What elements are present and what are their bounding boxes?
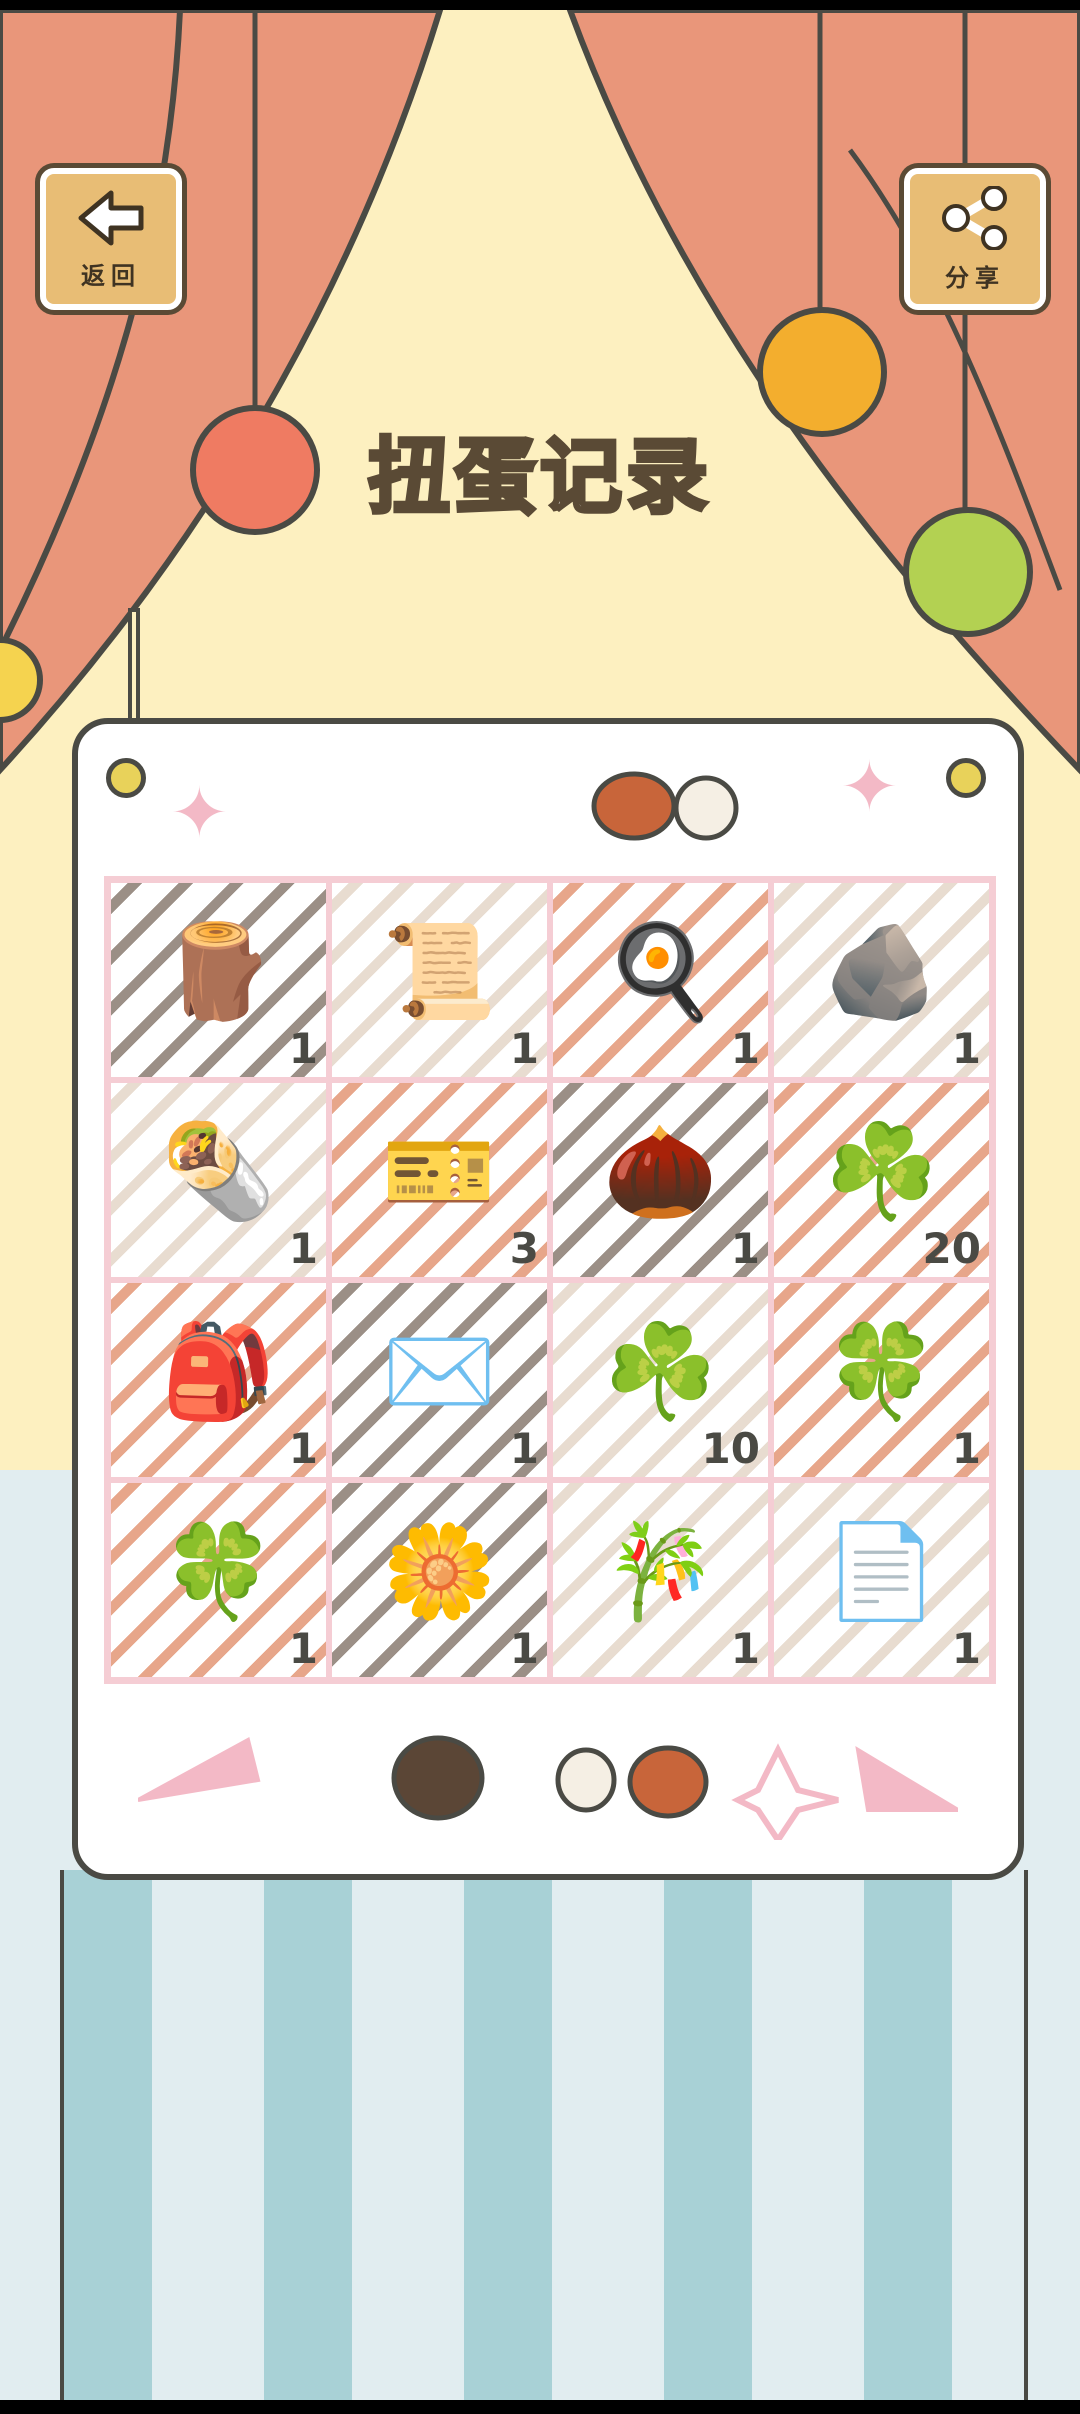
chestnut-icon: 🌰 [603, 1118, 718, 1226]
item-cell[interactable]: 🍀 1 [108, 1480, 329, 1680]
pin-right [946, 758, 986, 798]
scroll-bundle-icon: 📜 [382, 918, 497, 1026]
item-count: 1 [730, 1224, 760, 1273]
item-cell[interactable]: 🍳 1 [550, 880, 771, 1080]
sparkle-icon: ✦ [840, 746, 899, 828]
rock-icon: 🪨 [824, 918, 939, 1026]
arrow-left-icon [76, 188, 146, 252]
status-strip [0, 0, 1080, 10]
item-cell[interactable]: ☘️ 10 [550, 1280, 771, 1480]
wood-stack-icon: 🪵 [161, 918, 276, 1026]
floor-stripes [60, 1870, 1028, 2414]
item-cell[interactable]: 📜 1 [329, 880, 550, 1080]
four-leaf-clover-icon: 🍀 [161, 1518, 276, 1626]
bamboo-icon: 🎋 [603, 1518, 718, 1626]
items-grid: 🪵 1 📜 1 🍳 1 🪨 1 🌯 1 🎫 3 🌰 1 ☘️ 20 🎒 1 ✉️ 1 ☘️ 10 🍀 1 🍀 1 🌼 1 🎋 1 📄 1 [104, 876, 996, 1684]
item-count: 10 [701, 1424, 760, 1473]
item-count: 1 [730, 1024, 760, 1073]
clover-icon: ☘️ [824, 1118, 939, 1226]
item-cell[interactable]: 🪨 1 [771, 880, 992, 1080]
item-count: 1 [509, 1624, 539, 1673]
item-cell[interactable]: 🍀 1 [771, 1280, 992, 1480]
item-cell[interactable]: 🪵 1 [108, 880, 329, 1080]
item-count: 3 [509, 1224, 539, 1273]
ticket-icon: 🎫 [382, 1118, 497, 1226]
item-cell[interactable]: 📄 1 [771, 1480, 992, 1680]
crepe-icon: 🌯 [161, 1118, 276, 1226]
item-cell[interactable]: 🎫 3 [329, 1080, 550, 1280]
page-title: 扭蛋记录 [366, 428, 712, 527]
item-count: 1 [951, 1024, 981, 1073]
item-count: 1 [730, 1624, 760, 1673]
four-leaf-clover-icon: 🍀 [824, 1318, 939, 1426]
item-cell[interactable]: ✉️ 1 [329, 1280, 550, 1480]
share-icon [940, 184, 1010, 254]
item-cell[interactable]: 🎒 1 [108, 1280, 329, 1480]
nav-strip [0, 2400, 1080, 2414]
back-label: 返回 [81, 261, 141, 290]
item-count: 1 [288, 1624, 318, 1673]
item-count: 20 [922, 1224, 981, 1273]
item-count: 1 [951, 1624, 981, 1673]
omelette-icon: 🍳 [603, 918, 718, 1026]
seed-bag-icon: 🎒 [161, 1318, 276, 1426]
item-cell[interactable]: 🌰 1 [550, 1080, 771, 1280]
nuts-decoration-icon [591, 771, 739, 841]
item-count: 1 [509, 1424, 539, 1473]
share-label: 分享 [945, 263, 1005, 292]
sparkle-icon: ✦ [170, 772, 229, 854]
item-cell[interactable]: 🌼 1 [329, 1480, 550, 1680]
share-button[interactable]: 分享 [904, 168, 1046, 310]
pin-left [106, 758, 146, 798]
plum-blossom-icon: 🌼 [382, 1518, 497, 1626]
item-count: 1 [509, 1024, 539, 1073]
cat-letter-icon: ✉️ [382, 1318, 497, 1426]
clover-icon: ☘️ [603, 1318, 718, 1426]
item-cell[interactable]: ☘️ 20 [771, 1080, 992, 1280]
board-bottom-decorations [138, 1735, 958, 1840]
item-count: 1 [288, 1224, 318, 1273]
paper-icon: 📄 [824, 1518, 939, 1626]
item-count: 1 [288, 1424, 318, 1473]
item-cell[interactable]: 🌯 1 [108, 1080, 329, 1280]
item-cell[interactable]: 🎋 1 [550, 1480, 771, 1680]
back-button[interactable]: 返回 [40, 168, 182, 310]
item-count: 1 [288, 1024, 318, 1073]
item-count: 1 [951, 1424, 981, 1473]
